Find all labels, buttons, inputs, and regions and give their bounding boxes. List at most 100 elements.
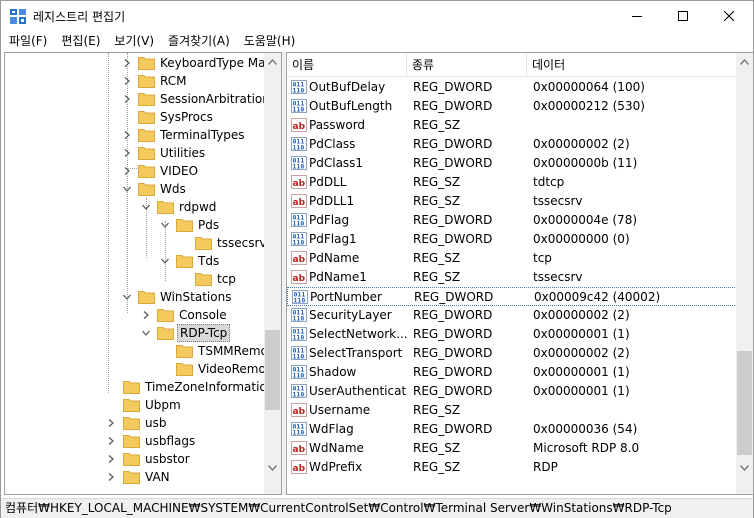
tree-item[interactable]: Console <box>5 306 263 324</box>
tree-scroll-down-button[interactable] <box>264 459 281 476</box>
value-row[interactable]: ab Password REG_SZ <box>287 116 737 135</box>
list-vertical-scrollbar[interactable] <box>736 53 753 494</box>
value-row[interactable]: 011 110 PdFlag1 REG_DWORD 0x00000000 (0) <box>287 230 737 249</box>
key-tree-pane[interactable]: KeyboardType Map RCM SessionArbitrationHel… <box>4 52 282 495</box>
column-header-type[interactable]: 종류 <box>407 53 527 77</box>
tree-item[interactable]: KeyboardType Map <box>5 54 273 72</box>
chevron-down-icon[interactable] <box>123 293 131 301</box>
value-row[interactable]: ab PdName REG_SZ tcp <box>287 249 737 268</box>
tree-item[interactable]: VAN <box>5 468 263 486</box>
value-row[interactable]: 011 110 UserAuthenticat... REG_DWORD 0x00000… <box>287 382 737 401</box>
value-row[interactable]: 011 110 SelectTransport REG_DWORD 0x00000002… <box>287 344 737 363</box>
tree-item-label: rdpwd <box>179 200 217 214</box>
close-button[interactable] <box>706 1 752 31</box>
close-icon <box>724 11 734 21</box>
chevron-right-icon[interactable] <box>107 437 115 445</box>
value-row[interactable]: 011 110 PortNumber REG_DWORD 0x00009c42 (400… <box>287 287 737 306</box>
tree-item[interactable]: TerminalTypes <box>5 126 263 144</box>
svg-text:ab: ab <box>293 122 306 132</box>
binary-value-icon: 011110 <box>291 99 307 113</box>
tree-item[interactable]: RDP-Tcp <box>5 324 263 342</box>
column-header-name[interactable]: 이름 <box>287 53 407 77</box>
column-header-data[interactable]: 데이터 <box>527 53 737 77</box>
chevron-right-icon[interactable] <box>123 95 131 103</box>
menu-view[interactable]: 보기(V) <box>106 31 160 51</box>
tree-scroll-thumb[interactable] <box>265 330 280 410</box>
tree-item[interactable]: TSMMRemotingAllowedApps <box>5 342 281 360</box>
chevron-down-icon[interactable] <box>142 203 150 211</box>
value-row[interactable]: 011 110 OutBufDelay REG_DWORD 0x00000064 (10… <box>287 78 737 97</box>
value-row[interactable]: 011 110 PdClass REG_DWORD 0x00000002 (2) <box>287 135 737 154</box>
value-row[interactable]: 011 110 OutBufLength REG_DWORD 0x00000212 (5… <box>287 97 737 116</box>
chevron-right-icon[interactable] <box>142 311 150 319</box>
chevron-right-icon[interactable] <box>123 149 131 157</box>
chevron-right-icon[interactable] <box>107 419 115 427</box>
value-row[interactable]: 011 110 PdFlag REG_DWORD 0x0000004e (78) <box>287 211 737 230</box>
value-row[interactable]: ab PdName1 REG_SZ tssecsrv <box>287 268 737 287</box>
value-row[interactable]: ab PdDLL REG_SZ tdtcp <box>287 173 737 192</box>
tree-scroll-up-button[interactable] <box>264 53 281 70</box>
menu-edit[interactable]: 편집(E) <box>53 31 106 51</box>
svg-text:ab: ab <box>293 407 306 417</box>
minimize-button[interactable] <box>614 1 660 31</box>
value-type: REG_SZ <box>413 460 461 474</box>
tree-item[interactable]: tssecsrv <box>5 234 266 252</box>
tree-item[interactable]: Wds <box>5 180 263 198</box>
chevron-right-icon[interactable] <box>123 131 131 139</box>
chevron-down-icon[interactable] <box>142 329 150 337</box>
tree-item[interactable]: rdpwd <box>5 198 263 216</box>
chevron-down-icon[interactable] <box>161 221 169 229</box>
value-row[interactable]: 011 110 PdClass1 REG_DWORD 0x0000000b (11) <box>287 154 737 173</box>
value-row[interactable]: 011 110 Shadow REG_DWORD 0x00000001 (1) <box>287 363 737 382</box>
value-type: REG_DWORD <box>413 80 493 94</box>
menu-help[interactable]: 도움말(H) <box>236 31 302 51</box>
chevron-right-icon[interactable] <box>107 455 115 463</box>
chevron-right-icon[interactable] <box>123 59 131 67</box>
value-row[interactable]: ab PdDLL1 REG_SZ tssecsrv <box>287 192 737 211</box>
tree-item[interactable]: WinStations <box>5 288 263 306</box>
chevron-right-icon[interactable] <box>123 77 131 85</box>
value-row[interactable]: 011 110 SecurityLayer REG_DWORD 0x00000002 (… <box>287 306 737 325</box>
tree-item[interactable]: Pds <box>5 216 263 234</box>
chevron-down-icon[interactable] <box>123 185 131 193</box>
tree-vertical-scrollbar[interactable] <box>264 53 281 494</box>
list-scroll-down-button[interactable] <box>736 459 753 476</box>
tree-item-label: KeyboardType Map <box>160 56 274 70</box>
value-row[interactable]: ab Username REG_SZ <box>287 401 737 420</box>
list-scroll-thumb[interactable] <box>737 351 752 455</box>
chevron-down-icon[interactable] <box>161 257 169 265</box>
chevron-right-icon[interactable] <box>107 473 115 481</box>
value-row[interactable]: 011 110 SelectNetwork... REG_DWORD 0x0000000… <box>287 325 737 344</box>
value-name: Shadow <box>309 365 357 379</box>
list-scroll-up-button[interactable] <box>736 53 753 70</box>
maximize-button[interactable] <box>660 1 706 31</box>
tree-item[interactable]: RCM <box>5 72 263 90</box>
value-type: REG_DWORD <box>414 290 494 304</box>
value-name: WdName <box>309 441 364 455</box>
value-type: REG_DWORD <box>413 346 493 360</box>
svg-text:ab: ab <box>293 445 306 455</box>
menu-file[interactable]: 파일(F) <box>1 31 53 51</box>
tree-item[interactable]: usb <box>5 414 263 432</box>
tree-item[interactable]: usbflags <box>5 432 263 450</box>
binary-value-icon: 011110 <box>291 422 307 436</box>
tree-item[interactable]: Utilities <box>5 144 263 162</box>
tree-item[interactable]: Ubpm <box>5 396 263 414</box>
tree-item[interactable]: VideoRemotingWindowNames <box>5 360 281 378</box>
folder-icon <box>138 57 155 70</box>
svg-text:110: 110 <box>293 353 305 361</box>
menu-favorites[interactable]: 즐겨찾기(A) <box>160 31 236 51</box>
value-row[interactable]: ab WdName REG_SZ Microsoft RDP 8.0 <box>287 439 737 458</box>
tree-item[interactable]: TimeZoneInformation <box>5 378 274 396</box>
tree-item[interactable]: VIDEO <box>5 162 263 180</box>
folder-icon <box>138 93 155 106</box>
value-row[interactable]: ab WdPrefix REG_SZ RDP <box>287 458 737 477</box>
tree-item[interactable]: Tds <box>5 252 263 270</box>
tree-item[interactable]: usbstor <box>5 450 263 468</box>
tree-item[interactable]: SysProcs <box>5 108 263 126</box>
value-row[interactable]: 011 110 WdFlag REG_DWORD 0x00000036 (54) <box>287 420 737 439</box>
tree-item[interactable]: SessionArbitrationHelper <box>5 90 281 108</box>
value-list-pane[interactable]: 이름 종류 데이터 011 110 OutBufDelay REG_DWORD 0x00… <box>286 52 754 495</box>
chevron-right-icon[interactable] <box>123 167 131 175</box>
tree-item[interactable]: tcp <box>5 270 263 288</box>
